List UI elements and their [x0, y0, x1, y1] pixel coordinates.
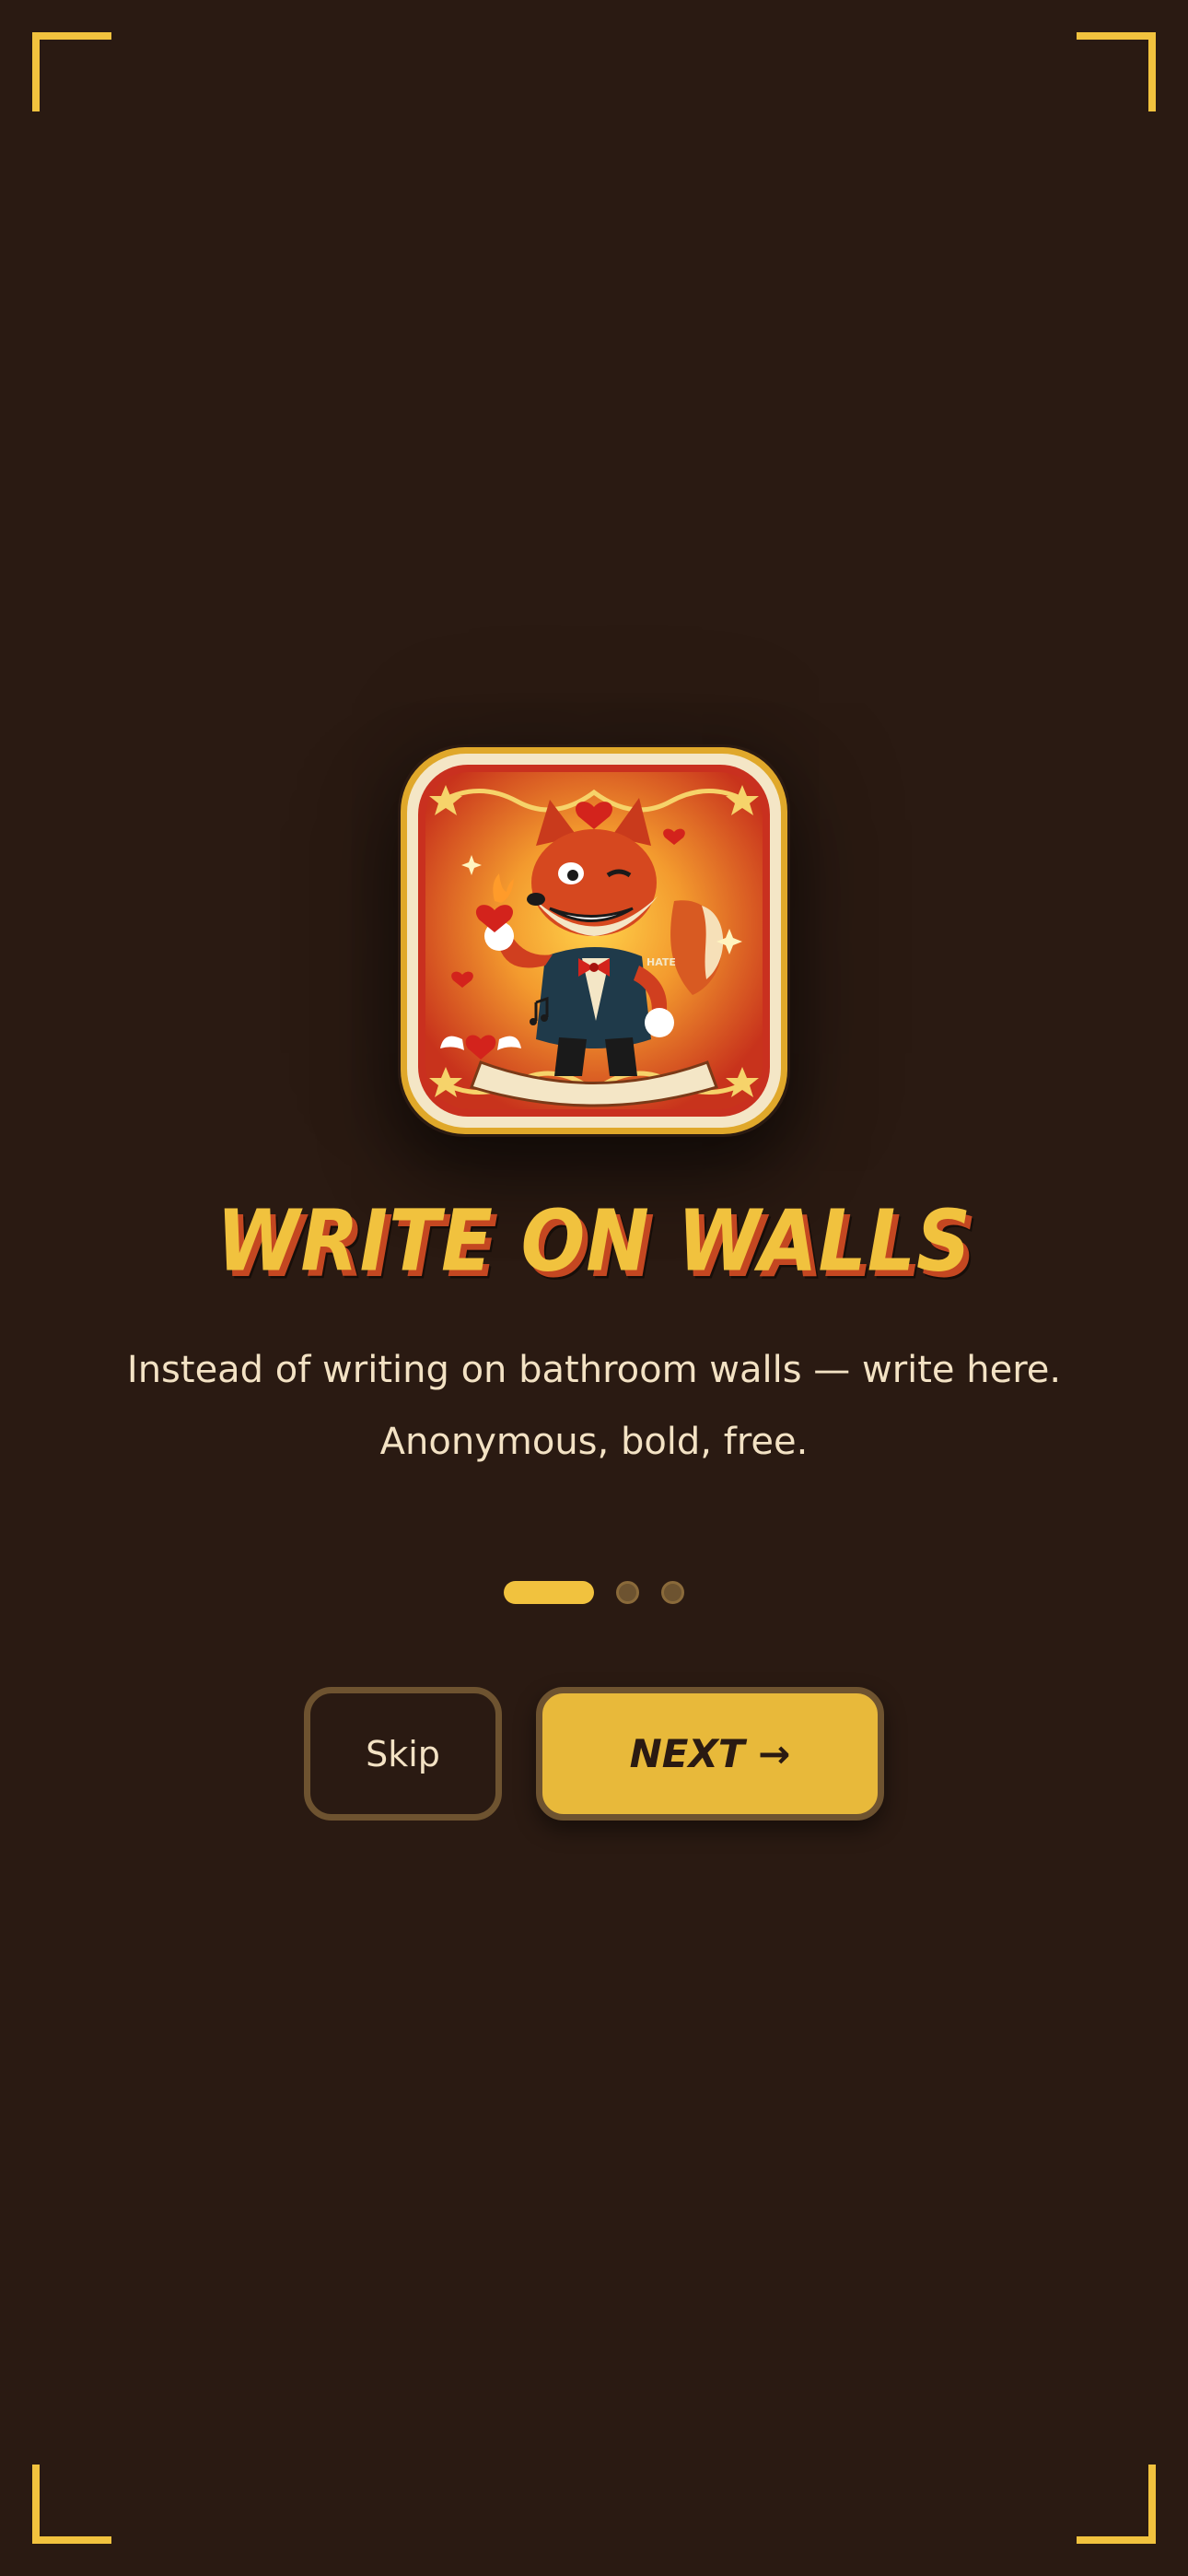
next-button[interactable]: NEXT → — [536, 1687, 884, 1821]
skip-button[interactable]: Skip — [304, 1687, 502, 1821]
corner-bracket-top-left — [32, 32, 111, 111]
onboarding-title: WRITE ON WALLS — [215, 1192, 973, 1291]
app-mascot-badge: HATE — [398, 744, 790, 1137]
corner-bracket-top-right — [1077, 32, 1156, 111]
page-dot-active — [504, 1580, 594, 1604]
onboarding-screen: HATE WRITE ON WALLS Instead of writing o… — [0, 0, 1188, 2576]
corner-bracket-bottom-left — [32, 2465, 111, 2544]
subtitle-line-2: Anonymous, bold, free. — [379, 1421, 809, 1463]
page-indicator — [0, 1580, 1188, 1604]
onboarding-subtitle: Instead of writing on bathroom walls — w… — [0, 1334, 1188, 1478]
subtitle-line-1: Instead of writing on bathroom walls — w… — [126, 1349, 1062, 1391]
page-dot[interactable] — [661, 1580, 684, 1604]
fox-mascot-icon: HATE — [401, 747, 787, 1134]
page-dot[interactable] — [616, 1580, 639, 1604]
tattoo-text: HATE — [646, 956, 676, 968]
corner-bracket-bottom-right — [1077, 2465, 1156, 2544]
